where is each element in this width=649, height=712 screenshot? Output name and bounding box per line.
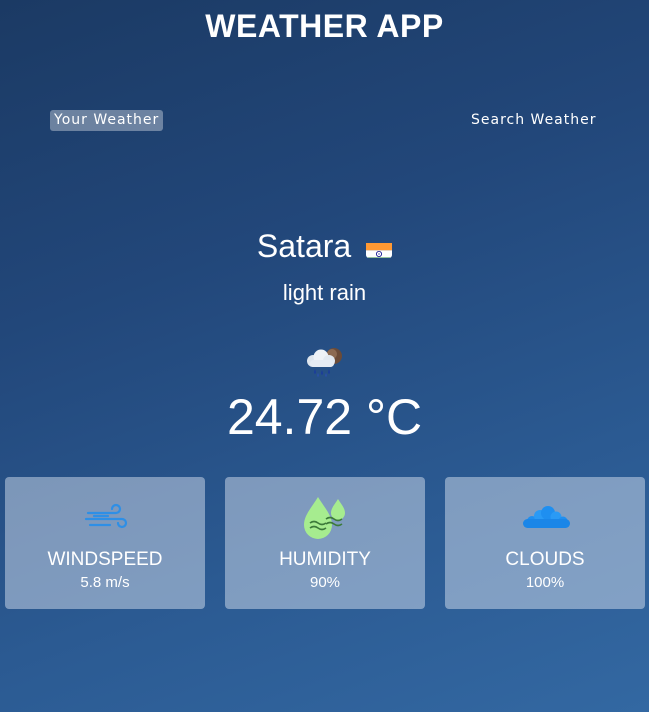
humidity-label: HUMIDITY: [279, 549, 371, 570]
temperature-value: 24.72 °C: [226, 389, 423, 445]
humidity-value: 90%: [309, 574, 341, 591]
clouds-value: 100%: [525, 574, 565, 591]
humidity-icon: [300, 493, 350, 543]
clouds-card: CLOUDS 100%: [445, 477, 645, 609]
city-name: Satara: [256, 228, 352, 264]
cloud-rain-icon: [302, 344, 348, 378]
cloud-icon: [520, 493, 570, 543]
windspeed-card: WINDSPEED 5.8 m/s: [5, 477, 205, 609]
windspeed-label: WINDSPEED: [47, 549, 163, 570]
app-title: WEATHER APP: [205, 8, 444, 44]
humidity-card: HUMIDITY 90%: [225, 477, 425, 609]
tab-search-weather[interactable]: Search Weather: [467, 110, 601, 131]
wind-icon: [80, 493, 130, 543]
windspeed-value: 5.8 m/s: [80, 574, 130, 591]
tab-your-weather[interactable]: Your Weather: [50, 110, 164, 131]
city-row: Satara: [0, 228, 649, 264]
weather-description: light rain: [282, 280, 367, 305]
clouds-label: CLOUDS: [505, 549, 585, 570]
india-flag-icon: [366, 236, 393, 258]
